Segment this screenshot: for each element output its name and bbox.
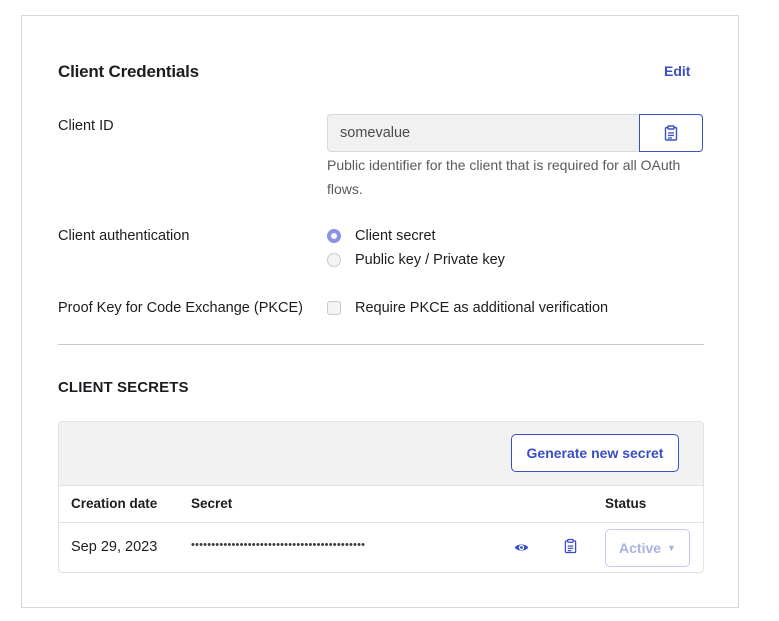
section-divider — [58, 344, 704, 345]
client-secrets-table: Generate new secret Creation date Secret… — [58, 421, 704, 573]
column-header-status: Status — [605, 496, 647, 511]
copy-secret-button[interactable] — [564, 538, 577, 559]
pkce-checkbox-row[interactable]: Require PKCE as additional verification — [327, 300, 608, 316]
client-credentials-card: Client Credentials Edit Client ID someva… — [21, 15, 739, 608]
creation-date-cell: Sep 29, 2023 — [71, 539, 158, 555]
radio-label: Client secret — [355, 228, 436, 244]
table-toolbar: Generate new secret — [59, 422, 703, 486]
radio-client-secret[interactable]: Client secret — [327, 228, 436, 244]
copy-client-id-button[interactable] — [639, 114, 703, 152]
pkce-label: Proof Key for Code Exchange (PKCE) — [58, 300, 304, 316]
client-id-label: Client ID — [58, 118, 114, 134]
table-row: Sep 29, 2023 •••••••••••••••••••••••••••… — [59, 523, 703, 572]
reveal-secret-button[interactable] — [514, 540, 529, 558]
client-auth-label: Client authentication — [58, 228, 190, 244]
chevron-down-icon: ▼ — [667, 543, 676, 553]
generate-new-secret-button[interactable]: Generate new secret — [511, 434, 679, 472]
clipboard-icon — [664, 125, 678, 141]
radio-label: Public key / Private key — [355, 252, 505, 268]
status-value: Active — [619, 540, 662, 556]
edit-link[interactable]: Edit — [664, 63, 690, 79]
radio-checked-indicator[interactable] — [327, 229, 341, 243]
clipboard-icon — [564, 538, 577, 554]
radio-unchecked-indicator[interactable] — [327, 253, 341, 267]
client-secrets-heading: CLIENT SECRETS — [58, 379, 189, 396]
column-header-secret: Secret — [191, 496, 233, 511]
masked-secret-cell: ••••••••••••••••••••••••••••••••••••••••… — [191, 539, 366, 551]
status-dropdown[interactable]: Active ▼ — [605, 529, 690, 567]
column-header-creation-date: Creation date — [71, 496, 158, 511]
radio-public-private-key[interactable]: Public key / Private key — [327, 252, 505, 268]
client-id-field[interactable]: somevalue — [327, 114, 640, 152]
table-header-row: Creation date Secret Status — [59, 486, 703, 523]
eye-icon — [514, 544, 529, 551]
card-title: Client Credentials — [58, 62, 199, 81]
pkce-checkbox-label: Require PKCE as additional verification — [355, 300, 609, 316]
client-id-helper-text: Public identifier for the client that is… — [327, 157, 681, 197]
pkce-checkbox[interactable] — [327, 301, 341, 315]
